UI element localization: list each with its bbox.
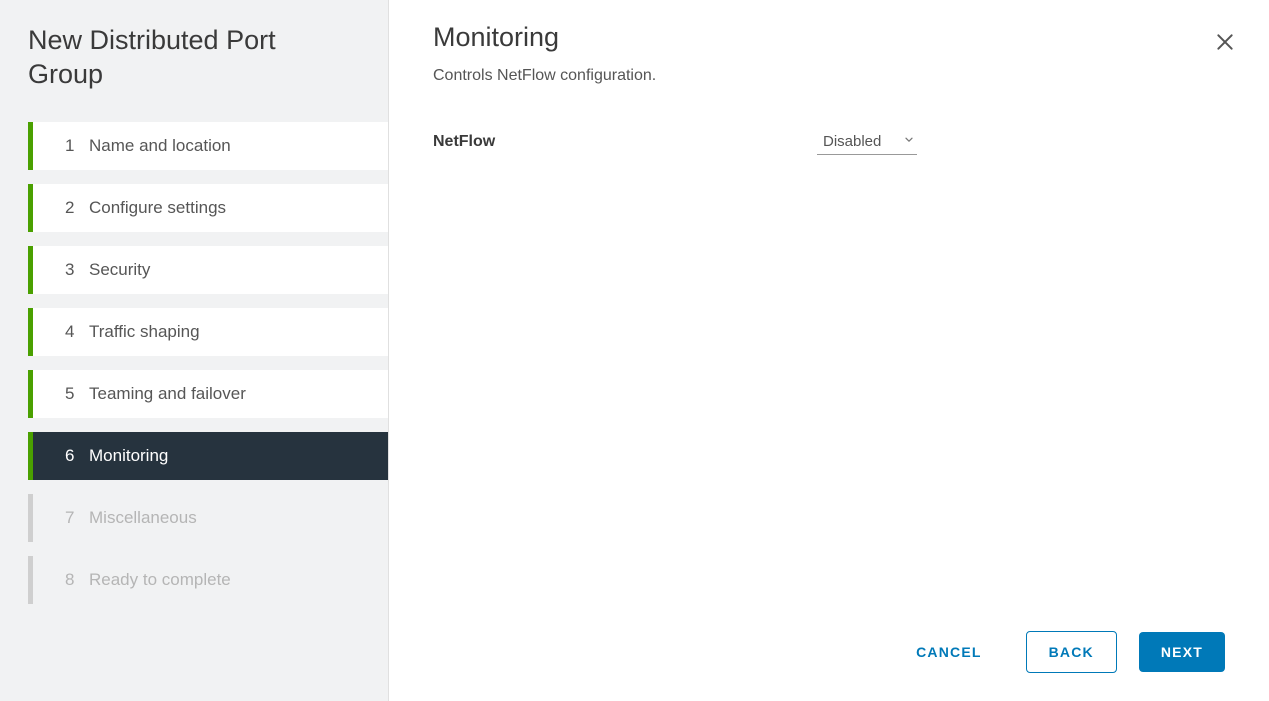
step-traffic-shaping[interactable]: 4 Traffic shaping <box>28 308 388 356</box>
wizard-title: New Distributed Port Group <box>28 24 348 92</box>
close-button[interactable] <box>1215 32 1235 57</box>
step-miscellaneous: 7 Miscellaneous <box>28 494 388 542</box>
step-label: Name and location <box>89 136 231 156</box>
page-subtitle: Controls NetFlow configuration. <box>433 67 1225 85</box>
step-label: Security <box>89 260 150 280</box>
step-label: Teaming and failover <box>89 384 246 404</box>
step-name-and-location[interactable]: 1 Name and location <box>28 122 388 170</box>
step-configure-settings[interactable]: 2 Configure settings <box>28 184 388 232</box>
wizard-steps: 1 Name and location 2 Configure settings… <box>28 122 388 604</box>
step-number: 1 <box>65 136 89 156</box>
step-monitoring[interactable]: 6 Monitoring <box>28 432 388 480</box>
wizard-sidebar: New Distributed Port Group 1 Name and lo… <box>0 0 389 701</box>
back-button[interactable]: BACK <box>1026 631 1117 673</box>
step-number: 6 <box>65 446 89 466</box>
step-label: Traffic shaping <box>89 322 200 342</box>
step-security[interactable]: 3 Security <box>28 246 388 294</box>
netflow-value: Disabled <box>823 133 881 150</box>
wizard-footer: CANCEL BACK NEXT <box>433 631 1225 673</box>
step-label: Monitoring <box>89 446 168 466</box>
step-number: 5 <box>65 384 89 404</box>
step-number: 3 <box>65 260 89 280</box>
step-number: 4 <box>65 322 89 342</box>
step-label: Miscellaneous <box>89 508 197 528</box>
step-label: Ready to complete <box>89 570 231 590</box>
wizard-main: Monitoring Controls NetFlow configuratio… <box>389 0 1269 701</box>
step-number: 2 <box>65 198 89 218</box>
netflow-select[interactable]: Disabled <box>817 129 917 155</box>
page-title: Monitoring <box>433 22 1225 53</box>
close-icon <box>1215 39 1235 56</box>
step-teaming-and-failover[interactable]: 5 Teaming and failover <box>28 370 388 418</box>
netflow-label: NetFlow <box>433 133 817 151</box>
next-button[interactable]: NEXT <box>1139 632 1225 672</box>
step-number: 8 <box>65 570 89 590</box>
step-label: Configure settings <box>89 198 226 218</box>
step-number: 7 <box>65 508 89 528</box>
netflow-row: NetFlow Disabled <box>433 129 1225 155</box>
cancel-button[interactable]: CANCEL <box>894 632 1004 672</box>
chevron-down-icon <box>903 132 915 149</box>
step-ready-to-complete: 8 Ready to complete <box>28 556 388 604</box>
